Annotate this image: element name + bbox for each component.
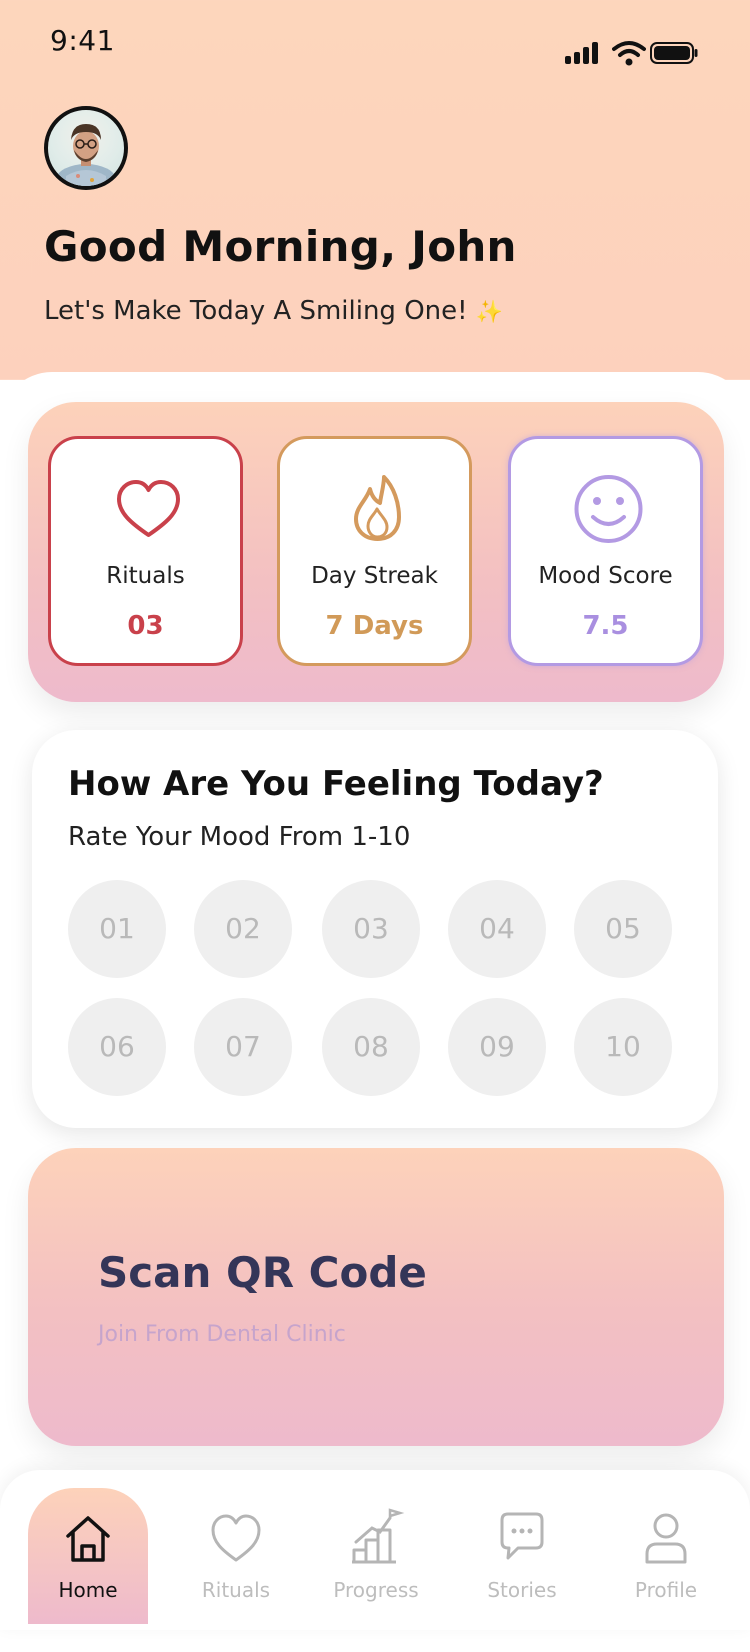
chat-bubble-icon (500, 1512, 544, 1560)
nav-label-progress: Progress (333, 1578, 419, 1602)
sparkle-icon: ✨ (475, 300, 503, 325)
scan-qr-card[interactable] (28, 1148, 724, 1446)
mood-option-09[interactable]: 09 (448, 998, 546, 1096)
stat-card-mood-score[interactable]: Mood Score 7.5 (508, 436, 703, 666)
battery-icon (650, 42, 698, 64)
progress-chart-icon (352, 1508, 405, 1564)
nav-item-stories[interactable]: Stories (462, 1488, 582, 1624)
mood-option-07[interactable]: 07 (194, 998, 292, 1096)
stat-label-rituals: Rituals (106, 563, 185, 589)
nav-label-home: Home (58, 1578, 118, 1602)
stat-label-day-streak: Day Streak (311, 563, 438, 589)
wifi-icon (612, 41, 646, 66)
stat-card-day-streak[interactable]: Day Streak 7 Days (277, 436, 472, 666)
mood-option-01[interactable]: 01 (68, 880, 166, 978)
stat-value-rituals: 03 (127, 611, 164, 641)
status-time: 9:41 (50, 24, 115, 57)
heart-icon (117, 480, 180, 537)
stat-value-day-streak: 7 Days (325, 611, 424, 641)
nav-item-profile[interactable]: Profile (606, 1488, 726, 1624)
home-icon (66, 1516, 110, 1562)
avatar[interactable] (44, 106, 128, 190)
mood-option-03[interactable]: 03 (322, 880, 420, 978)
heart-icon (211, 1514, 261, 1562)
mood-option-08[interactable]: 08 (322, 998, 420, 1096)
flame-icon (354, 475, 401, 541)
status-bar: 9:41 (0, 0, 750, 90)
greeting-title: Good Morning, John (44, 222, 517, 271)
mood-title: How Are You Feeling Today? (68, 764, 604, 804)
mood-option-02[interactable]: 02 (194, 880, 292, 978)
user-icon (645, 1513, 687, 1564)
stat-label-mood-score: Mood Score (538, 563, 673, 589)
greeting-subtitle: Let's Make Today A Smiling One! ✨ (44, 296, 503, 326)
nav-item-progress[interactable]: Progress (316, 1488, 436, 1624)
smiley-icon (574, 475, 643, 543)
nav-label-rituals: Rituals (201, 1578, 271, 1602)
user-photo (56, 124, 116, 186)
cellular-signal-icon (565, 42, 601, 64)
mood-option-04[interactable]: 04 (448, 880, 546, 978)
greeting-subtitle-text: Let's Make Today A Smiling One! (44, 296, 468, 326)
nav-label-profile: Profile (634, 1578, 698, 1602)
stat-value-mood-score: 7.5 (582, 611, 629, 641)
nav-item-home[interactable]: Home (28, 1488, 148, 1624)
qr-title: Scan QR Code (98, 1248, 427, 1297)
nav-item-rituals[interactable]: Rituals (176, 1488, 296, 1624)
stat-card-rituals[interactable]: Rituals 03 (48, 436, 243, 666)
mood-option-05[interactable]: 05 (574, 880, 672, 978)
mood-subtitle: Rate Your Mood From 1-10 (68, 822, 411, 852)
mood-option-06[interactable]: 06 (68, 998, 166, 1096)
nav-label-stories: Stories (487, 1578, 557, 1602)
qr-subtitle: Join From Dental Clinic (98, 1322, 346, 1347)
mood-option-10[interactable]: 10 (574, 998, 672, 1096)
